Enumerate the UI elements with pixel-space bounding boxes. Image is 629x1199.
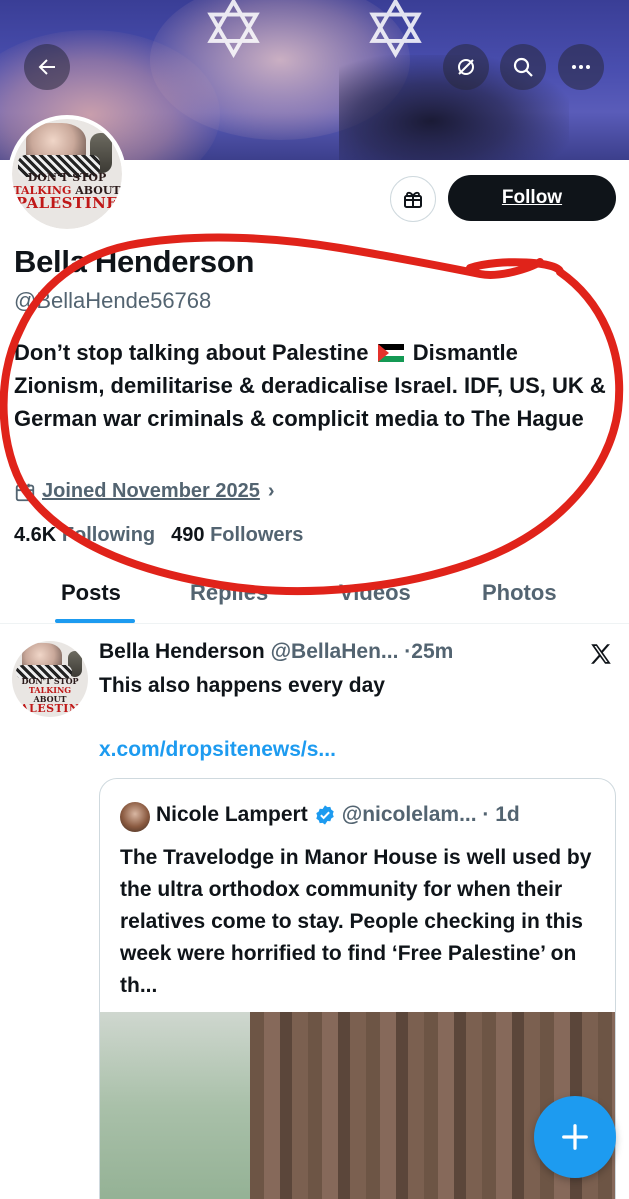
back-button[interactable] <box>24 44 70 90</box>
post-author-avatar[interactable]: DON'T STOP TALKING ABOUT PALESTINE <box>12 641 88 717</box>
calendar-icon <box>15 483 35 501</box>
x-logo-icon[interactable] <box>588 641 614 667</box>
joined-label: Joined November 2025 <box>42 480 260 502</box>
quote-dot: · <box>476 803 496 826</box>
tab-photos[interactable]: Photos <box>482 580 557 606</box>
avatar-logo-text: DON'T STOP TALKING ABOUT PALESTINE <box>13 171 121 212</box>
tab-posts[interactable]: Posts <box>61 580 121 606</box>
quote-author-avatar[interactable] <box>120 802 150 832</box>
grok-button[interactable] <box>443 44 489 90</box>
quote-author-name[interactable]: Nicole Lampert <box>156 803 308 827</box>
post-author-name[interactable]: Bella Henderson <box>99 640 265 663</box>
palestine-flag-icon <box>377 344 404 362</box>
more-icon <box>572 65 590 69</box>
avatar-logo-text-small: DON'T STOP TALKING ABOUT PALESTINE <box>12 676 88 715</box>
post-time[interactable]: 25m <box>411 640 453 663</box>
tab-replies[interactable]: Replies <box>190 580 268 606</box>
more-button[interactable] <box>558 44 604 90</box>
quote-header: Nicole Lampert @nicolelam... · 1d <box>156 803 520 827</box>
search-button[interactable] <box>500 44 546 90</box>
joined-date[interactable]: Joined November 2025 › <box>14 480 275 503</box>
grok-icon <box>458 59 474 75</box>
compose-button[interactable] <box>534 1096 616 1178</box>
banner-star-graphic: ✡ <box>200 0 268 74</box>
banner-star-graphic-2: ✡ <box>362 0 430 74</box>
bio-text-1: Don’t stop talking about Palestine <box>14 340 369 365</box>
quote-time[interactable]: 1d <box>495 803 520 827</box>
post-author-handle[interactable]: @BellaHen... <box>271 640 399 663</box>
post-link[interactable]: x.com/dropsitenews/s... <box>99 738 336 762</box>
gift-icon <box>404 191 422 208</box>
profile-avatar[interactable]: DON'T STOP TALKING ABOUT PALESTINE <box>8 115 126 233</box>
avatar-image: DON'T STOP TALKING ABOUT PALESTINE <box>12 119 122 229</box>
follow-stats: 4.6K Following 490 Followers <box>14 524 303 547</box>
search-icon <box>513 57 533 77</box>
verified-badge-icon <box>316 805 334 825</box>
quote-text: The Travelodge in Manor House is well us… <box>120 846 592 997</box>
tab-videos[interactable]: Videos <box>339 580 411 606</box>
quote-author-handle[interactable]: @nicolelam... <box>342 803 477 827</box>
following-link[interactable]: 4.6K Following <box>14 524 155 547</box>
post-text: This also happens every day <box>99 674 385 697</box>
follow-button[interactable]: Follow <box>448 175 616 221</box>
profile-name: Bella Henderson <box>14 244 255 279</box>
plus-icon <box>562 1124 588 1150</box>
window-view-image <box>100 1012 250 1199</box>
profile-handle: @BellaHende56768 <box>14 288 212 313</box>
quote-media-image[interactable] <box>100 1012 615 1199</box>
active-tab-indicator <box>55 619 135 623</box>
profile-bio: Don’t stop talking about Palestine Disma… <box>14 336 614 435</box>
post-header: Bella Henderson @BellaHen... ·25m <box>99 640 453 664</box>
gift-button[interactable] <box>390 176 436 222</box>
followers-link[interactable]: 490 Followers <box>171 524 303 547</box>
profile-tabs: Posts Replies Videos Photos <box>0 568 629 624</box>
back-arrow-icon <box>38 59 55 75</box>
chevron-right-icon: › <box>267 480 275 502</box>
